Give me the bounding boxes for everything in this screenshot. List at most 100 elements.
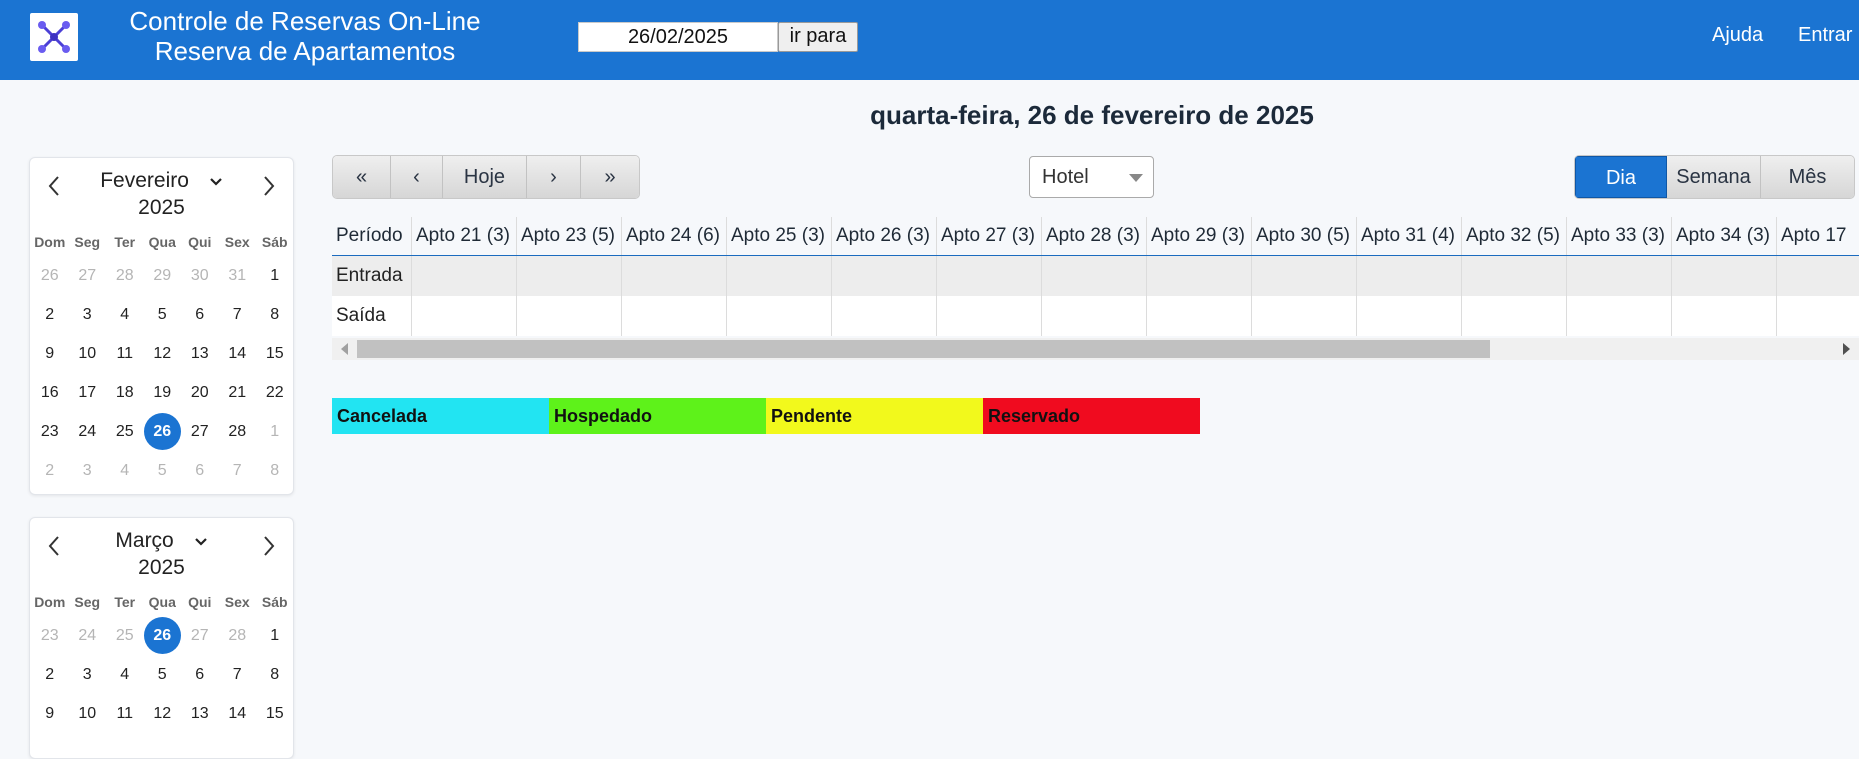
saida-slot[interactable] xyxy=(937,296,1042,336)
entrada-slot[interactable] xyxy=(1462,256,1567,296)
saida-slot[interactable] xyxy=(832,296,937,336)
calendar-day-selected[interactable]: 26 xyxy=(143,412,182,451)
calendar-day[interactable]: 23 xyxy=(31,412,69,451)
calendar-day[interactable]: 13 xyxy=(181,334,219,373)
saida-slot[interactable] xyxy=(412,296,517,336)
calendar-day[interactable]: 28 xyxy=(106,256,144,295)
entrada-slot[interactable] xyxy=(1147,256,1252,296)
calendar-month-select[interactable]: Fevereiro xyxy=(70,168,253,194)
calendar-day[interactable]: 4 xyxy=(106,451,144,490)
entrada-slot[interactable] xyxy=(727,256,832,296)
calendar-day[interactable]: 6 xyxy=(181,451,219,490)
entrada-slot[interactable] xyxy=(1567,256,1672,296)
saida-slot[interactable] xyxy=(1252,296,1357,336)
calendar-day[interactable]: 10 xyxy=(69,334,107,373)
entrada-slot[interactable] xyxy=(1357,256,1462,296)
entrada-slot[interactable] xyxy=(937,256,1042,296)
calendar-day[interactable]: 25 xyxy=(106,412,144,451)
calendar-day[interactable]: 22 xyxy=(256,373,294,412)
calendar-day[interactable]: 13 xyxy=(181,694,219,733)
saida-slot[interactable] xyxy=(727,296,832,336)
calendar-day[interactable]: 18 xyxy=(106,373,144,412)
saida-slot[interactable] xyxy=(1672,296,1777,336)
calendar-day[interactable]: 5 xyxy=(144,295,182,334)
today-button[interactable]: Hoje xyxy=(443,156,527,198)
saida-slot[interactable] xyxy=(1777,296,1859,336)
calendar-day[interactable]: 27 xyxy=(181,616,219,655)
saida-slot[interactable] xyxy=(1147,296,1252,336)
calendar-day[interactable]: 7 xyxy=(219,295,257,334)
entrada-slot[interactable] xyxy=(517,256,622,296)
calendar-day[interactable]: 26 xyxy=(31,256,69,295)
entrada-slot[interactable] xyxy=(1777,256,1859,296)
calendar-day[interactable]: 8 xyxy=(256,451,294,490)
calendar-day[interactable]: 5 xyxy=(144,451,182,490)
prev-button[interactable]: ‹ xyxy=(391,156,443,198)
calendar-day[interactable]: 9 xyxy=(31,334,69,373)
calendar-day[interactable]: 2 xyxy=(31,295,69,334)
next-button[interactable]: › xyxy=(527,156,581,198)
calendar-day[interactable]: 8 xyxy=(256,295,294,334)
login-link[interactable]: Entrar xyxy=(1798,24,1852,47)
calendar-day[interactable]: 23 xyxy=(31,616,69,655)
calendar-day[interactable]: 19 xyxy=(144,373,182,412)
calendar-day[interactable]: 5 xyxy=(144,655,182,694)
calendar-day-selected[interactable]: 26 xyxy=(143,616,182,655)
scroll-right-icon[interactable] xyxy=(1843,343,1850,355)
first-button[interactable]: « xyxy=(333,156,391,198)
saida-slot[interactable] xyxy=(1567,296,1672,336)
calendar-day[interactable]: 20 xyxy=(181,373,219,412)
entrada-slot[interactable] xyxy=(1252,256,1357,296)
saida-slot[interactable] xyxy=(1357,296,1462,336)
saida-slot[interactable] xyxy=(622,296,727,336)
calendar-next-button[interactable] xyxy=(257,174,281,198)
calendar-day[interactable]: 1 xyxy=(256,412,294,451)
calendar-next-button[interactable] xyxy=(257,534,281,558)
goto-button[interactable]: ir para xyxy=(778,22,858,52)
calendar-day[interactable]: 7 xyxy=(219,655,257,694)
calendar-day[interactable]: 30 xyxy=(181,256,219,295)
calendar-day[interactable]: 1 xyxy=(256,616,294,655)
calendar-day[interactable]: 15 xyxy=(256,334,294,373)
calendar-day[interactable]: 1 xyxy=(256,256,294,295)
calendar-prev-button[interactable] xyxy=(42,534,66,558)
entrada-slot[interactable] xyxy=(622,256,727,296)
calendar-day[interactable]: 27 xyxy=(181,412,219,451)
calendar-day[interactable]: 3 xyxy=(69,655,107,694)
calendar-day[interactable]: 10 xyxy=(69,694,107,733)
calendar-day[interactable]: 28 xyxy=(219,412,257,451)
calendar-day[interactable]: 6 xyxy=(181,655,219,694)
saida-slot[interactable] xyxy=(1462,296,1567,336)
scrollbar-thumb[interactable] xyxy=(357,340,1490,358)
help-link[interactable]: Ajuda xyxy=(1712,24,1763,47)
calendar-day[interactable]: 29 xyxy=(144,256,182,295)
calendar-day[interactable]: 25 xyxy=(106,616,144,655)
calendar-day[interactable]: 3 xyxy=(69,451,107,490)
calendar-day[interactable]: 28 xyxy=(219,616,257,655)
calendar-day[interactable]: 14 xyxy=(219,694,257,733)
entrada-slot[interactable] xyxy=(1672,256,1777,296)
calendar-day[interactable]: 4 xyxy=(106,655,144,694)
last-button[interactable]: » xyxy=(581,156,639,198)
calendar-day[interactable]: 6 xyxy=(181,295,219,334)
calendar-day[interactable]: 12 xyxy=(144,334,182,373)
calendar-month-select[interactable]: Março xyxy=(70,528,253,554)
calendar-day[interactable]: 11 xyxy=(106,334,144,373)
calendar-day[interactable]: 27 xyxy=(69,256,107,295)
calendar-day[interactable]: 8 xyxy=(256,655,294,694)
calendar-day[interactable]: 11 xyxy=(106,694,144,733)
horizontal-scrollbar[interactable] xyxy=(332,338,1859,360)
scroll-left-icon[interactable] xyxy=(341,343,348,355)
view-month-button[interactable]: Mês xyxy=(1761,156,1854,198)
calendar-prev-button[interactable] xyxy=(42,174,66,198)
calendar-day[interactable]: 2 xyxy=(31,451,69,490)
app-logo[interactable] xyxy=(30,13,78,61)
calendar-day[interactable]: 17 xyxy=(69,373,107,412)
date-input[interactable] xyxy=(578,22,778,52)
calendar-day[interactable]: 21 xyxy=(219,373,257,412)
calendar-day[interactable]: 9 xyxy=(31,694,69,733)
saida-slot[interactable] xyxy=(517,296,622,336)
calendar-day[interactable]: 2 xyxy=(31,655,69,694)
calendar-day[interactable]: 7 xyxy=(219,451,257,490)
view-week-button[interactable]: Semana xyxy=(1667,156,1761,198)
